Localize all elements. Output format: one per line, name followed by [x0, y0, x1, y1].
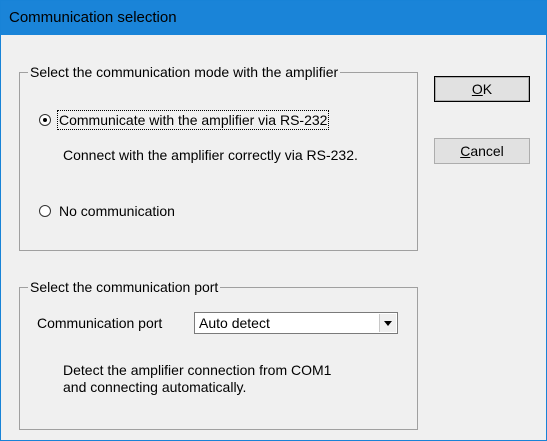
communication-selection-dialog: Communication selection Select the commu… [0, 0, 547, 441]
radio-selected-dot [43, 118, 47, 122]
radio-rs232-label[interactable]: Communicate with the amplifier via RS-23… [56, 110, 330, 130]
window-title: Communication selection [9, 9, 177, 26]
port-label: Communication port [37, 315, 163, 331]
radio-no-communication-indicator[interactable] [39, 205, 51, 217]
radio-no-communication-label[interactable]: No communication [59, 203, 175, 219]
ok-button[interactable]: OK [434, 76, 530, 102]
mode-group-legend: Select the communication mode with the a… [30, 64, 339, 80]
title-bar: Communication selection [1, 1, 546, 35]
rs232-description: Connect with the amplifier correctly via… [63, 147, 358, 163]
ok-button-label-rest: K [482, 81, 493, 97]
port-description-line1: Detect the amplifier connection from COM… [63, 362, 332, 378]
cancel-button-mnemonic: C [460, 143, 471, 159]
radio-rs232-indicator[interactable] [39, 114, 51, 126]
port-group: Select the communication port [19, 279, 418, 430]
radio-rs232[interactable]: Communicate with the amplifier via RS-23… [39, 110, 330, 130]
port-select-value: Auto detect [199, 315, 270, 331]
chevron-down-icon[interactable] [379, 314, 396, 332]
port-select[interactable]: Auto detect [194, 312, 398, 334]
port-description-line2: and connecting automatically. [63, 379, 247, 395]
cancel-button-label-rest: ancel [470, 143, 504, 159]
ok-button-mnemonic: O [471, 81, 483, 97]
cancel-button[interactable]: Cancel [434, 138, 530, 164]
radio-no-communication[interactable]: No communication [39, 203, 175, 219]
port-group-legend: Select the communication port [30, 279, 219, 295]
